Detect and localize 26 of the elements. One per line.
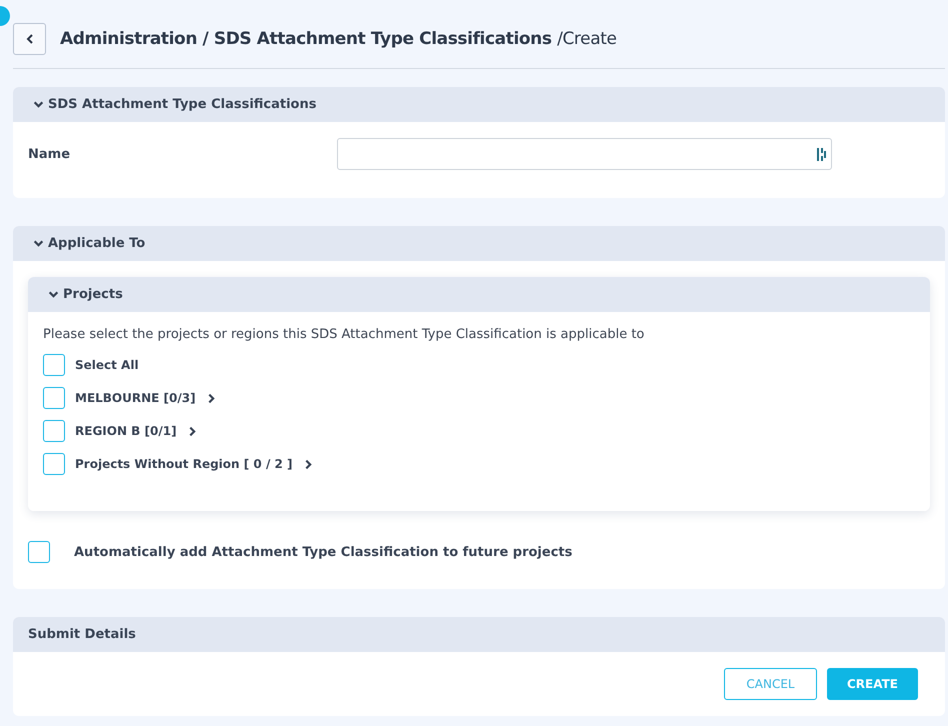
section-header[interactable]: SDS Attachment Type Classifications [13, 87, 945, 122]
field-label: Name [28, 146, 72, 162]
password-manager-icon[interactable] [817, 148, 827, 160]
option-label: MELBOURNE [0/3] [75, 391, 196, 405]
chevron-right-icon[interactable] [302, 458, 314, 470]
option-label: Automatically add Attachment Type Classification to future projects [74, 544, 572, 560]
checkbox[interactable] [43, 354, 65, 376]
checkbox[interactable] [43, 387, 65, 409]
chevron-down-icon[interactable] [33, 99, 44, 110]
option-label: Projects Without Region [ 0 / 2 ] [75, 457, 293, 471]
chevron-down-icon[interactable] [33, 238, 44, 249]
back-icon [24, 33, 34, 45]
card-header[interactable]: Projects [28, 277, 930, 312]
chevron-down-icon[interactable] [48, 289, 59, 300]
checkbox[interactable] [43, 453, 65, 475]
option-label: Select All [75, 358, 139, 372]
checkbox[interactable] [28, 541, 50, 563]
chevron-right-icon[interactable] [186, 426, 198, 436]
section-header[interactable]: Applicable To [13, 226, 945, 261]
checkbox[interactable] [43, 420, 65, 442]
name-input-field[interactable] [337, 138, 832, 170]
option-label: REGION B [0/1] [75, 424, 177, 438]
section-header: Submit Details [13, 617, 945, 652]
instruction-text: Please select the projects or regions this SDS Attachment Type Classification is applicable to [43, 327, 646, 342]
page-title: Administration / SDS Attachment Type Classifications /Create [60, 29, 617, 49]
chevron-right-icon[interactable] [206, 392, 217, 404]
